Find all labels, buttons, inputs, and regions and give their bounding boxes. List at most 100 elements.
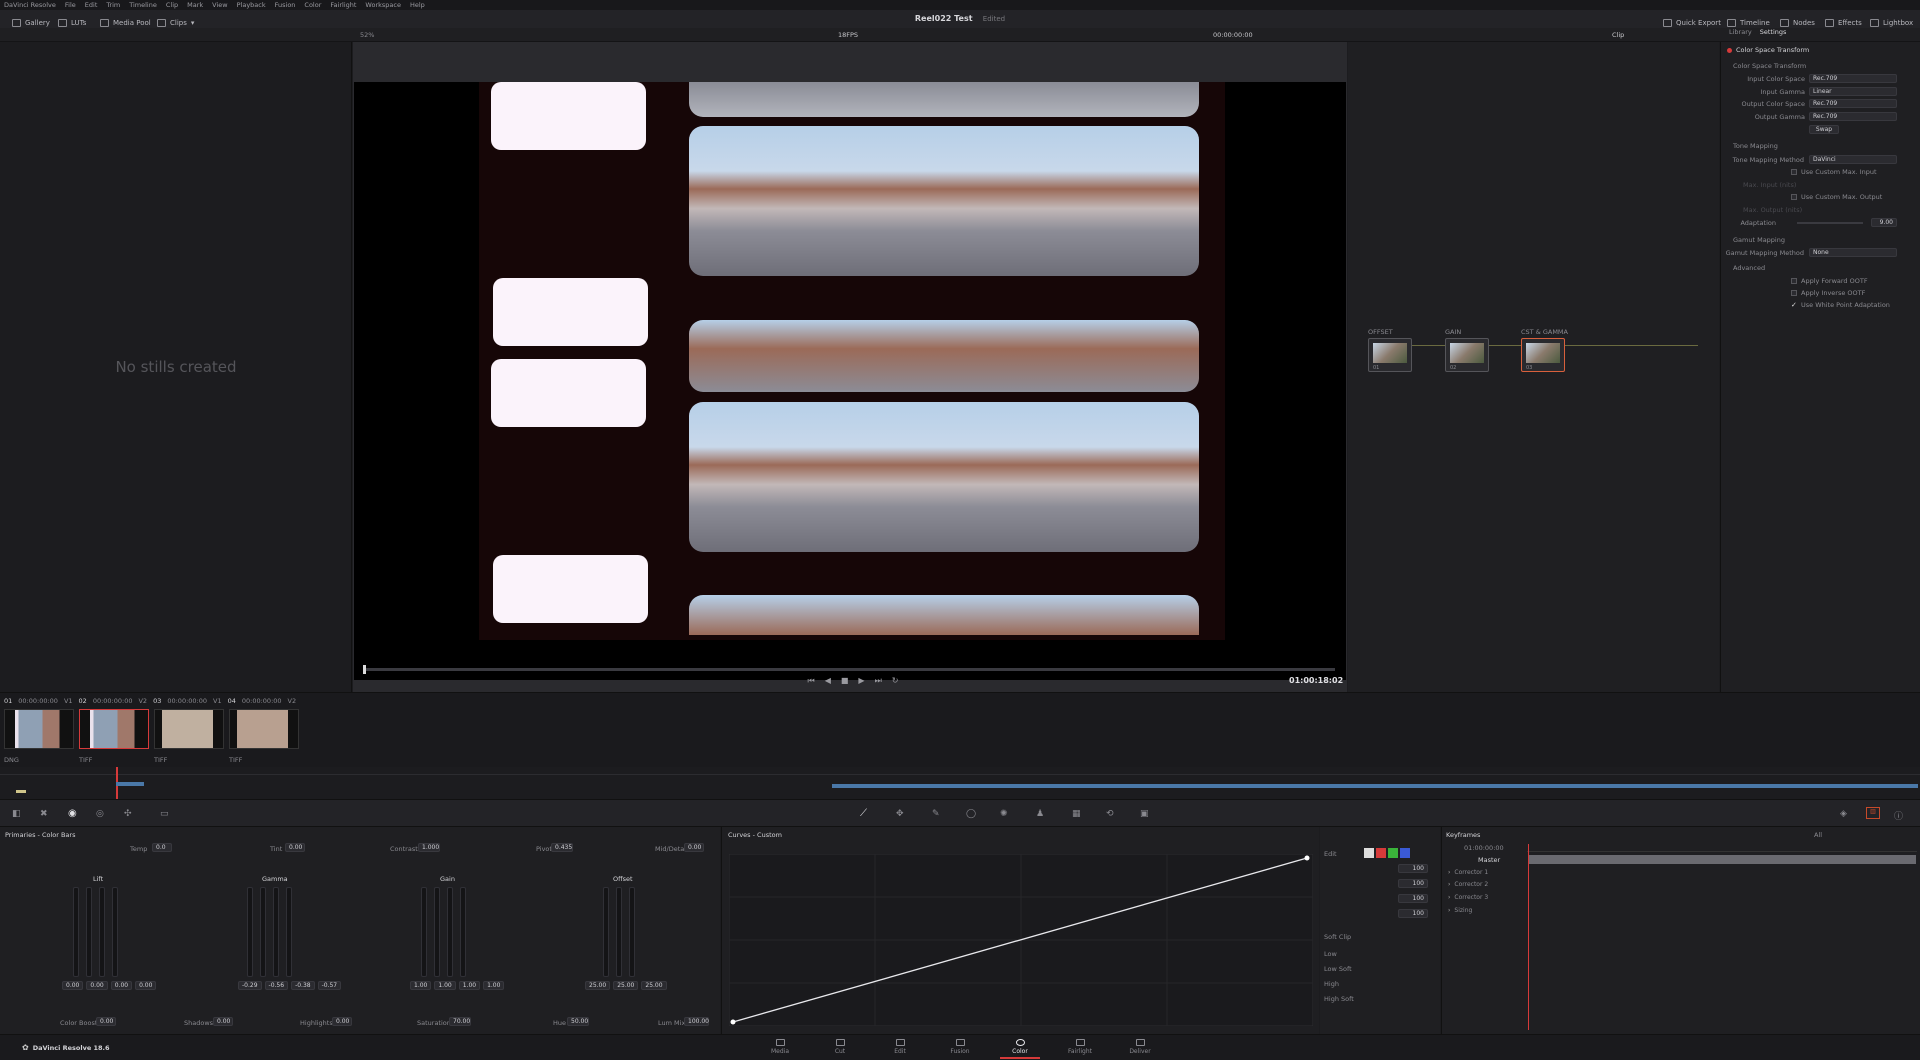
skip-start-icon[interactable]: ⏮ bbox=[808, 676, 815, 686]
use-custom-output-checkbox[interactable] bbox=[1791, 194, 1797, 200]
kf-row-corrector-2[interactable]: › Corrector 2 bbox=[1442, 879, 1532, 890]
gamma-green-bar[interactable] bbox=[273, 887, 279, 977]
offset-value[interactable]: 25.00 bbox=[641, 981, 667, 990]
lift-green-bar[interactable] bbox=[99, 887, 105, 977]
window-icon[interactable]: ◯ bbox=[966, 809, 976, 819]
channel-r-button[interactable] bbox=[1376, 848, 1386, 858]
gamma-value[interactable]: -0.29 bbox=[238, 981, 262, 990]
gain-red-bar[interactable] bbox=[434, 887, 440, 977]
curve-point[interactable] bbox=[1304, 855, 1310, 861]
input-color-space-select[interactable]: Rec.709 bbox=[1809, 74, 1897, 83]
curves-icon[interactable]: ⟋ bbox=[860, 808, 867, 819]
offset-value[interactable]: 25.00 bbox=[585, 981, 611, 990]
white-point-checkbox[interactable]: ✓ bbox=[1791, 302, 1797, 309]
gain-value[interactable]: 1.00 bbox=[410, 981, 432, 990]
kf-row-master[interactable]: Master bbox=[1442, 854, 1532, 865]
tint-value[interactable]: 0.00 bbox=[285, 843, 305, 852]
color-match-icon[interactable]: ✖ bbox=[40, 809, 48, 819]
menu-mark[interactable]: Mark bbox=[187, 1, 203, 9]
curve-point[interactable] bbox=[730, 1019, 736, 1025]
key-icon[interactable]: ⟲ bbox=[1106, 809, 1114, 819]
page-cut-button[interactable]: Cut bbox=[820, 1039, 860, 1055]
gamma-master-bar[interactable] bbox=[247, 887, 253, 977]
menu-fairlight[interactable]: Fairlight bbox=[330, 1, 356, 9]
gain-master-bar[interactable] bbox=[421, 887, 427, 977]
offset-blue-bar[interactable] bbox=[629, 887, 635, 977]
color-palette-icon[interactable]: ◈ bbox=[1840, 809, 1847, 819]
gamma-red-bar[interactable] bbox=[260, 887, 266, 977]
tracker-icon[interactable]: ✺ bbox=[1000, 809, 1008, 819]
pivot-value[interactable]: 0.435 bbox=[551, 843, 573, 852]
menu-view[interactable]: View bbox=[212, 1, 227, 9]
lift-value[interactable]: 0.00 bbox=[86, 981, 108, 990]
effect-enabled-icon[interactable] bbox=[1727, 47, 1732, 53]
kf-row-sizing[interactable]: › Sizing bbox=[1442, 905, 1532, 916]
scrubber-handle[interactable] bbox=[363, 665, 366, 674]
page-edit-button[interactable]: Edit bbox=[880, 1039, 920, 1055]
contrast-value[interactable]: 1.000 bbox=[418, 843, 440, 852]
gain-value[interactable]: 1.00 bbox=[483, 981, 505, 990]
lift-value[interactable]: 0.00 bbox=[135, 981, 157, 990]
section-cst[interactable]: Color Space Transform bbox=[1733, 62, 1806, 70]
tab-library[interactable]: Library bbox=[1729, 28, 1752, 36]
color-warper-icon[interactable]: ✥ bbox=[896, 809, 904, 819]
intensity-g[interactable]: 100 bbox=[1398, 894, 1428, 903]
adaptation-value[interactable]: 9.00 bbox=[1871, 218, 1897, 227]
loop-icon[interactable]: ↻ bbox=[892, 676, 899, 686]
intensity-y[interactable]: 100 bbox=[1398, 864, 1428, 873]
menu-playback[interactable]: Playback bbox=[237, 1, 266, 9]
menu-clip[interactable]: Clip bbox=[166, 1, 178, 9]
gain-value[interactable]: 1.00 bbox=[434, 981, 456, 990]
page-color-button[interactable]: Color bbox=[1000, 1039, 1040, 1059]
menu-timeline[interactable]: Timeline bbox=[129, 1, 157, 9]
use-custom-input-checkbox[interactable] bbox=[1791, 169, 1797, 175]
stop-icon[interactable]: ■ bbox=[841, 676, 849, 686]
shadows-value[interactable]: 0.00 bbox=[213, 1017, 233, 1026]
temp-value[interactable]: 0.0 bbox=[152, 843, 172, 852]
info-icon[interactable]: ⓘ bbox=[1894, 809, 1903, 822]
play-icon[interactable]: ▶ bbox=[858, 676, 864, 686]
zoom-level[interactable]: 52% bbox=[360, 31, 374, 39]
apply-forward-checkbox[interactable] bbox=[1791, 278, 1797, 284]
gain-value[interactable]: 1.00 bbox=[458, 981, 481, 990]
menu-color[interactable]: Color bbox=[304, 1, 321, 9]
intensity-b[interactable]: 100 bbox=[1398, 909, 1428, 918]
output-gamma-select[interactable]: Rec.709 bbox=[1809, 111, 1897, 121]
lift-value[interactable]: 0.00 bbox=[110, 981, 133, 990]
menu-file[interactable]: File bbox=[65, 1, 76, 9]
rgb-mixer-icon[interactable]: ✣ bbox=[124, 809, 132, 819]
channel-y-button[interactable] bbox=[1364, 848, 1374, 858]
offset-green-bar[interactable] bbox=[616, 887, 622, 977]
channel-b-button[interactable] bbox=[1400, 848, 1410, 858]
hdr-icon[interactable]: ◎ bbox=[96, 809, 104, 819]
page-fairlight-button[interactable]: Fairlight bbox=[1060, 1039, 1100, 1055]
node-box[interactable]: 03 bbox=[1521, 338, 1565, 372]
offset-value[interactable]: 25.00 bbox=[613, 981, 639, 990]
clip-thumbnail-03[interactable] bbox=[154, 709, 224, 749]
magic-mask-icon[interactable]: ♟ bbox=[1036, 809, 1044, 819]
clip-thumbnail-02[interactable] bbox=[79, 709, 149, 749]
gamma-blue-bar[interactable] bbox=[286, 887, 292, 977]
mini-timeline[interactable] bbox=[0, 767, 1920, 799]
clip-thumbnail-01[interactable] bbox=[4, 709, 74, 749]
kf-row-corrector-3[interactable]: › Corrector 3 bbox=[1442, 892, 1532, 903]
gamma-value[interactable]: -0.56 bbox=[264, 981, 289, 990]
blur-icon[interactable]: ▦ bbox=[1072, 809, 1081, 819]
lummix-value[interactable]: 100.00 bbox=[684, 1017, 709, 1026]
saturation-value[interactable]: 70.00 bbox=[449, 1017, 471, 1026]
page-media-button[interactable]: Media bbox=[760, 1039, 800, 1055]
qualifier-icon[interactable]: ✎ bbox=[932, 809, 940, 819]
menu-workspace[interactable]: Workspace bbox=[365, 1, 401, 9]
menu-edit[interactable]: Edit bbox=[85, 1, 98, 9]
intensity-r[interactable]: 100 bbox=[1398, 879, 1428, 888]
lift-value[interactable]: 0.00 bbox=[62, 981, 84, 990]
color-wheels-icon[interactable]: ◉ bbox=[68, 808, 77, 819]
motion-effects-icon[interactable]: ▭ bbox=[160, 809, 169, 819]
timeline-clip[interactable] bbox=[116, 782, 144, 786]
clip-mode-selector[interactable]: Clip bbox=[1612, 31, 1624, 39]
section-advanced[interactable]: Advanced bbox=[1733, 264, 1765, 272]
tab-settings[interactable]: Settings bbox=[1760, 28, 1787, 36]
viewer-timecode[interactable]: 00:00:00:00 bbox=[1213, 31, 1253, 39]
skip-end-icon[interactable]: ⏭ bbox=[875, 676, 882, 686]
channel-g-button[interactable] bbox=[1388, 848, 1398, 858]
